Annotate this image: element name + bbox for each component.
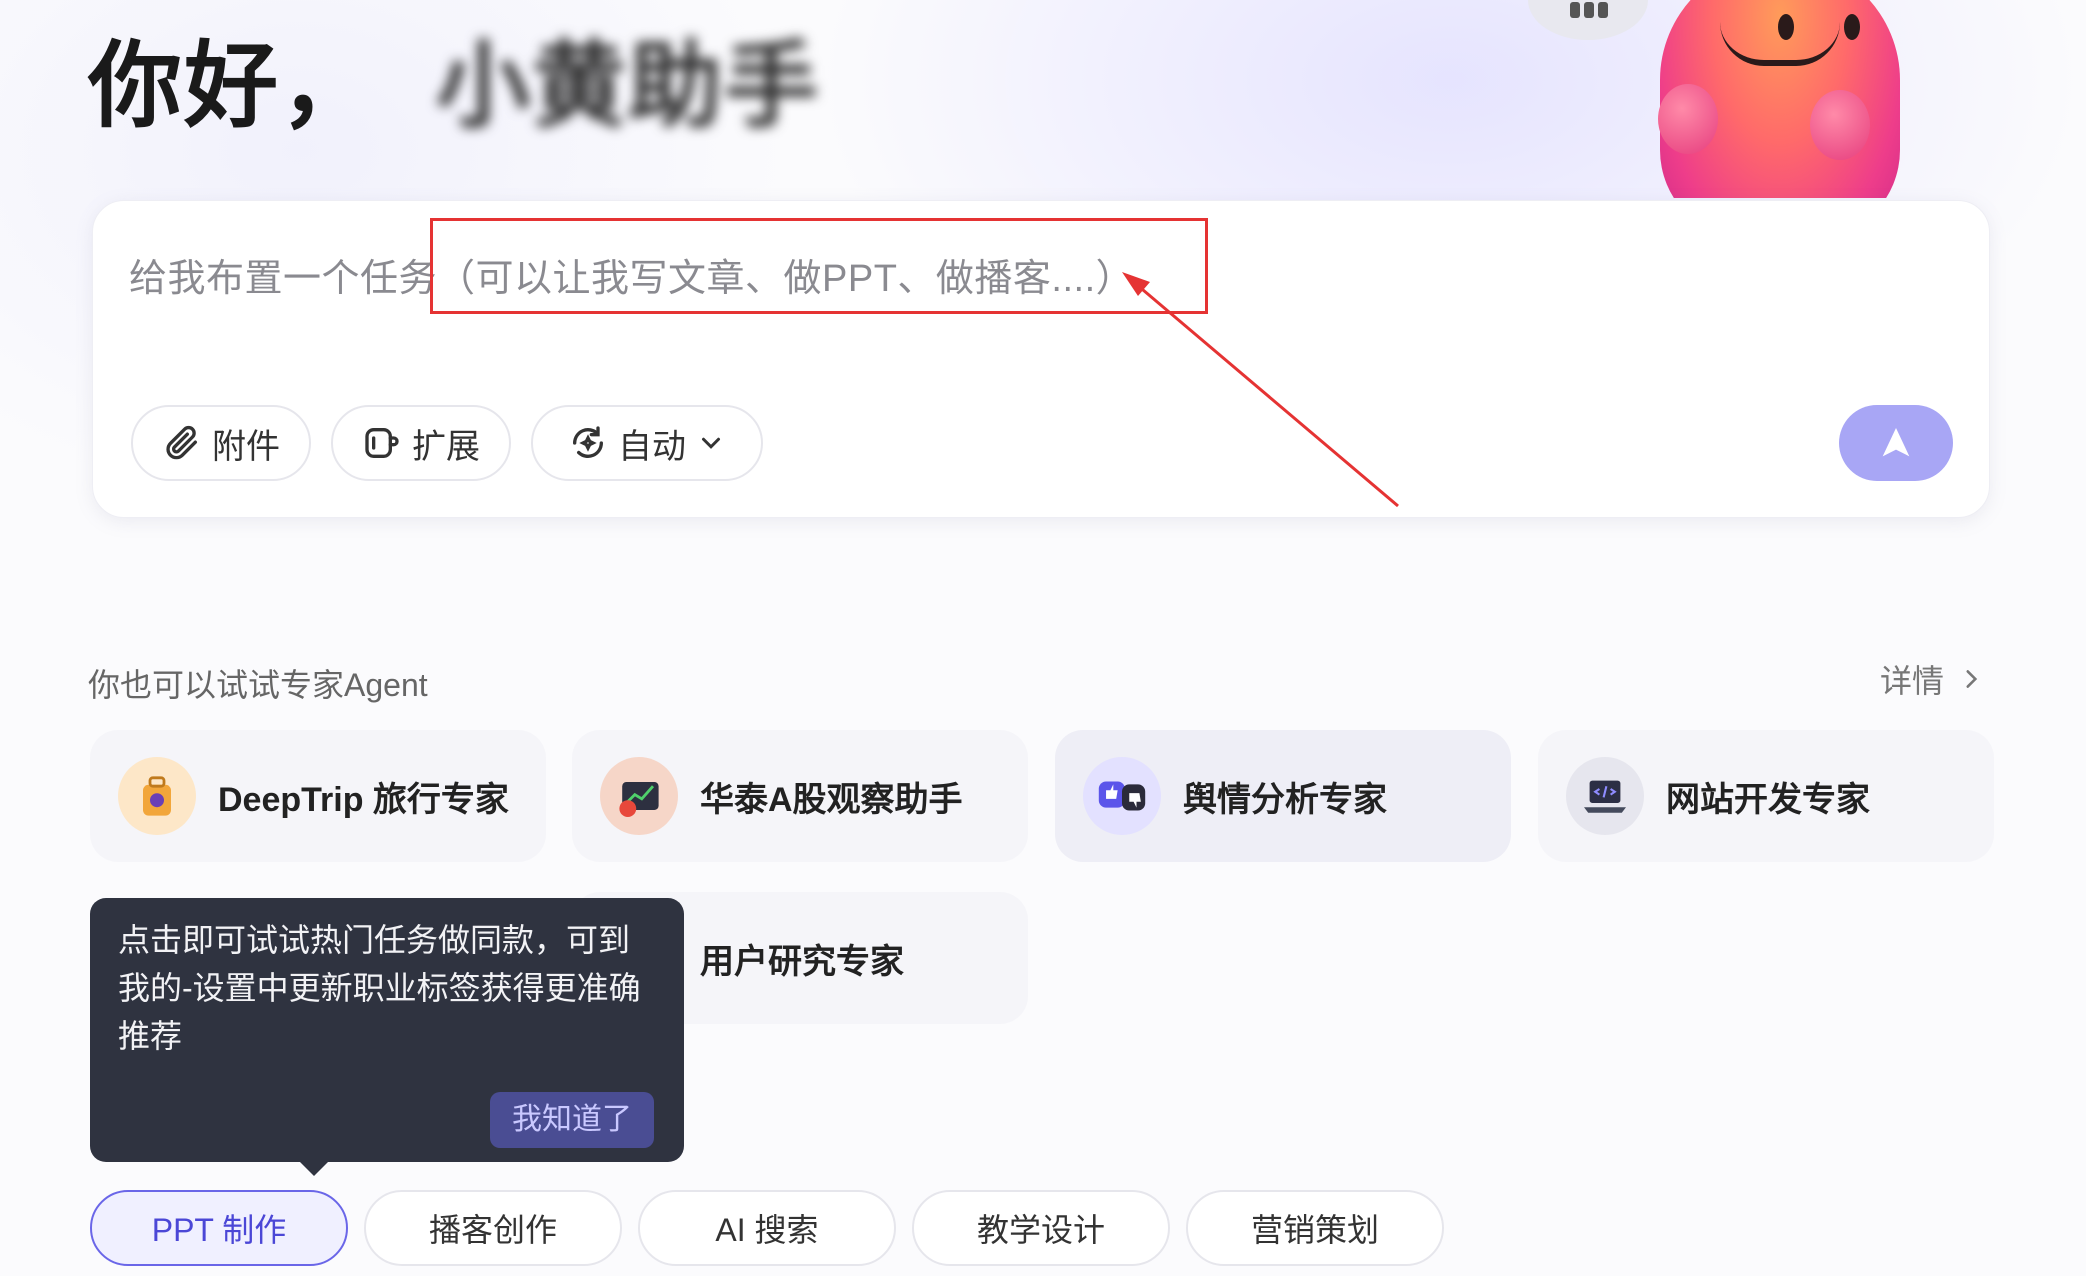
paperclip-icon xyxy=(166,425,197,460)
category-tab-teaching[interactable]: 教学设计 xyxy=(912,1190,1170,1266)
stock-chart-icon xyxy=(600,757,678,835)
agent-card-stock[interactable]: 华泰A股观察助手 xyxy=(572,730,1028,862)
mascot-eye xyxy=(1844,14,1860,40)
tooltip-dismiss-button[interactable]: 我知道了 xyxy=(490,1092,654,1148)
tooltip-tail xyxy=(300,1162,328,1176)
annotation-highlight-box xyxy=(430,218,1208,314)
extension-icon xyxy=(365,428,399,458)
agent-card-sentiment[interactable]: 舆情分析专家 xyxy=(1055,730,1511,862)
agent-label: 华泰A股观察助手 xyxy=(700,780,963,819)
suitcase-icon xyxy=(118,757,196,835)
tooltip-text: 点击即可试试热门任务做同款，可到我的-设置中更新职业标签获得更准确推荐 xyxy=(118,922,641,1054)
chevron-right-icon xyxy=(1966,670,1978,688)
category-tab-ai-search[interactable]: AI 搜索 xyxy=(638,1190,896,1266)
category-tab-ppt[interactable]: PPT 制作 xyxy=(90,1190,348,1266)
mascot-arm xyxy=(1810,90,1870,160)
details-link[interactable]: 详情 xyxy=(1880,656,1984,702)
attach-button[interactable]: 附件 xyxy=(131,405,311,481)
mascot-illustration xyxy=(1510,0,1940,198)
agent-label: 网站开发专家 xyxy=(1666,780,1870,819)
agent-card-web-dev[interactable]: 网站开发专家 xyxy=(1538,730,1994,862)
user-name: 小黄助手 xyxy=(436,33,821,138)
greeting-text: 你好， xyxy=(88,33,377,138)
details-label: 详情 xyxy=(1880,663,1945,699)
experts-section-title: 你也可以试试专家Agent xyxy=(88,667,428,703)
mode-label: 自动 xyxy=(618,427,686,466)
send-button[interactable] xyxy=(1839,405,1953,481)
speech-bubble-icon xyxy=(1528,0,1648,40)
laptop-code-icon xyxy=(1566,757,1644,835)
auto-sparkle-icon xyxy=(573,426,603,458)
onboarding-tooltip: 点击即可试试热门任务做同款，可到我的-设置中更新职业标签获得更准确推荐 我知道了 xyxy=(90,898,684,1176)
attach-label: 附件 xyxy=(212,427,280,466)
greeting-title: 你好， 小黄助手 xyxy=(88,18,820,138)
extend-button[interactable]: 扩展 xyxy=(331,405,511,481)
send-arrow-icon xyxy=(1882,428,1910,457)
thumbs-icon xyxy=(1083,757,1161,835)
category-tab-podcast[interactable]: 播客创作 xyxy=(364,1190,622,1266)
chevron-down-icon xyxy=(702,437,720,449)
agent-card-deeptrip[interactable]: DeepTrip 旅行专家 xyxy=(90,730,546,862)
mascot-arm xyxy=(1658,84,1718,154)
agent-label: 舆情分析专家 xyxy=(1183,780,1387,819)
extend-label: 扩展 xyxy=(412,427,480,466)
agent-label: 用户研究专家 xyxy=(700,942,904,981)
agent-label: DeepTrip 旅行专家 xyxy=(218,780,509,819)
mode-select[interactable]: 自动 xyxy=(531,405,763,481)
category-tab-marketing[interactable]: 营销策划 xyxy=(1186,1190,1444,1266)
